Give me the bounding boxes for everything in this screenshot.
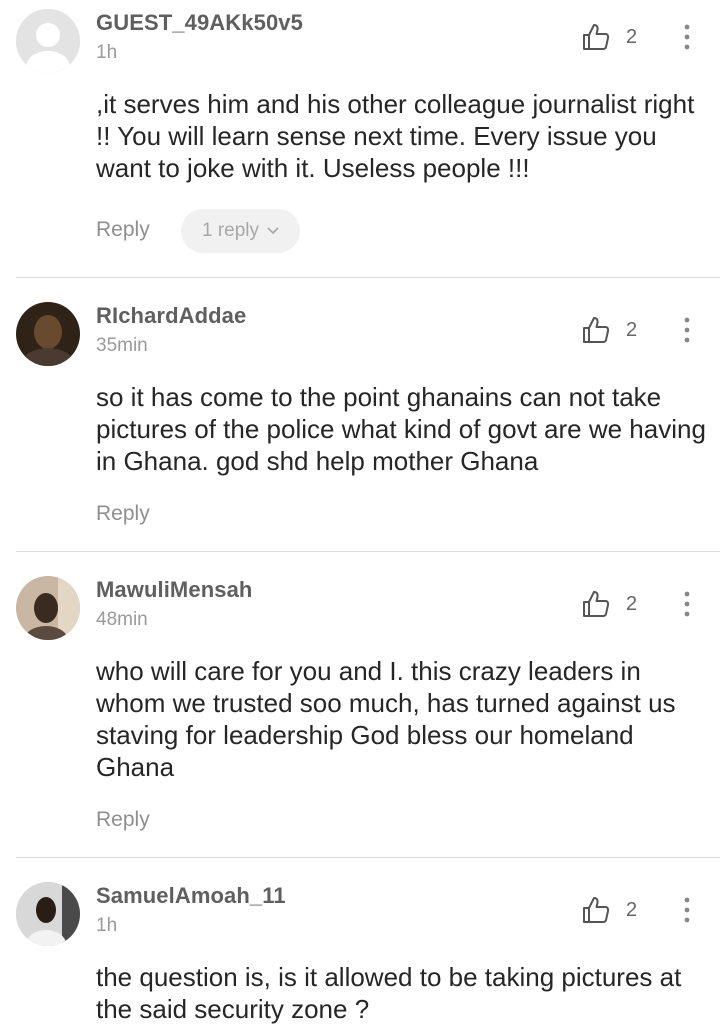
thumbs-up-icon[interactable] xyxy=(581,315,611,345)
reply-button[interactable]: Reply xyxy=(96,502,150,526)
comment-time: 1h xyxy=(96,915,118,936)
comment-time: 1h xyxy=(96,42,118,63)
like-count: 2 xyxy=(626,593,638,615)
comment-text: so it has come to the point ghanains can… xyxy=(96,382,706,476)
comment-item: SamuelAmoah_11 1h 2 the question is, is … xyxy=(0,858,720,1028)
more-vertical-icon[interactable] xyxy=(676,895,698,925)
comment-username[interactable]: SamuelAmoah_11 xyxy=(96,883,286,909)
comment-item: RIchardAddae 35min 2 so it has come to t… xyxy=(0,278,720,552)
reply-button[interactable]: Reply xyxy=(96,218,150,242)
avatar[interactable] xyxy=(16,9,80,73)
like-count: 2 xyxy=(626,899,638,921)
more-vertical-icon[interactable] xyxy=(676,315,698,345)
comment-time: 35min xyxy=(96,335,148,356)
comment-time: 48min xyxy=(96,609,148,630)
replies-label: 1 reply xyxy=(201,220,260,241)
comment-username[interactable]: GUEST_49AKk50v5 xyxy=(96,10,303,36)
avatar[interactable] xyxy=(16,576,80,640)
avatar[interactable] xyxy=(16,302,80,366)
profile-photo xyxy=(16,882,80,946)
comment-item: GUEST_49AKk50v5 1h 2 ,it serves him and … xyxy=(0,0,720,278)
comment-username[interactable]: MawuliMensah xyxy=(96,577,252,603)
thumbs-up-icon[interactable] xyxy=(581,22,611,52)
comment-text: the question is, is it allowed to be tak… xyxy=(96,962,682,1024)
comment-item: MawuliMensah 48min 2 who will care for y… xyxy=(0,552,720,858)
chevron-down-icon xyxy=(267,227,279,235)
avatar[interactable] xyxy=(16,882,80,946)
reply-button[interactable]: Reply xyxy=(96,808,150,832)
default-avatar-icon xyxy=(16,9,80,73)
comment-text: who will care for you and I. this crazy … xyxy=(96,656,676,782)
like-count: 2 xyxy=(626,319,638,341)
more-vertical-icon[interactable] xyxy=(676,589,698,619)
thumbs-up-icon[interactable] xyxy=(581,589,611,619)
comment-text: ,it serves him and his other colleague j… xyxy=(96,89,695,183)
comment-username[interactable]: RIchardAddae xyxy=(96,303,246,329)
profile-photo xyxy=(16,576,80,640)
like-count: 2 xyxy=(626,26,638,48)
more-vertical-icon[interactable] xyxy=(676,22,698,52)
view-replies-button[interactable]: 1 reply xyxy=(181,209,300,253)
profile-photo xyxy=(16,302,80,366)
thumbs-up-icon[interactable] xyxy=(581,895,611,925)
